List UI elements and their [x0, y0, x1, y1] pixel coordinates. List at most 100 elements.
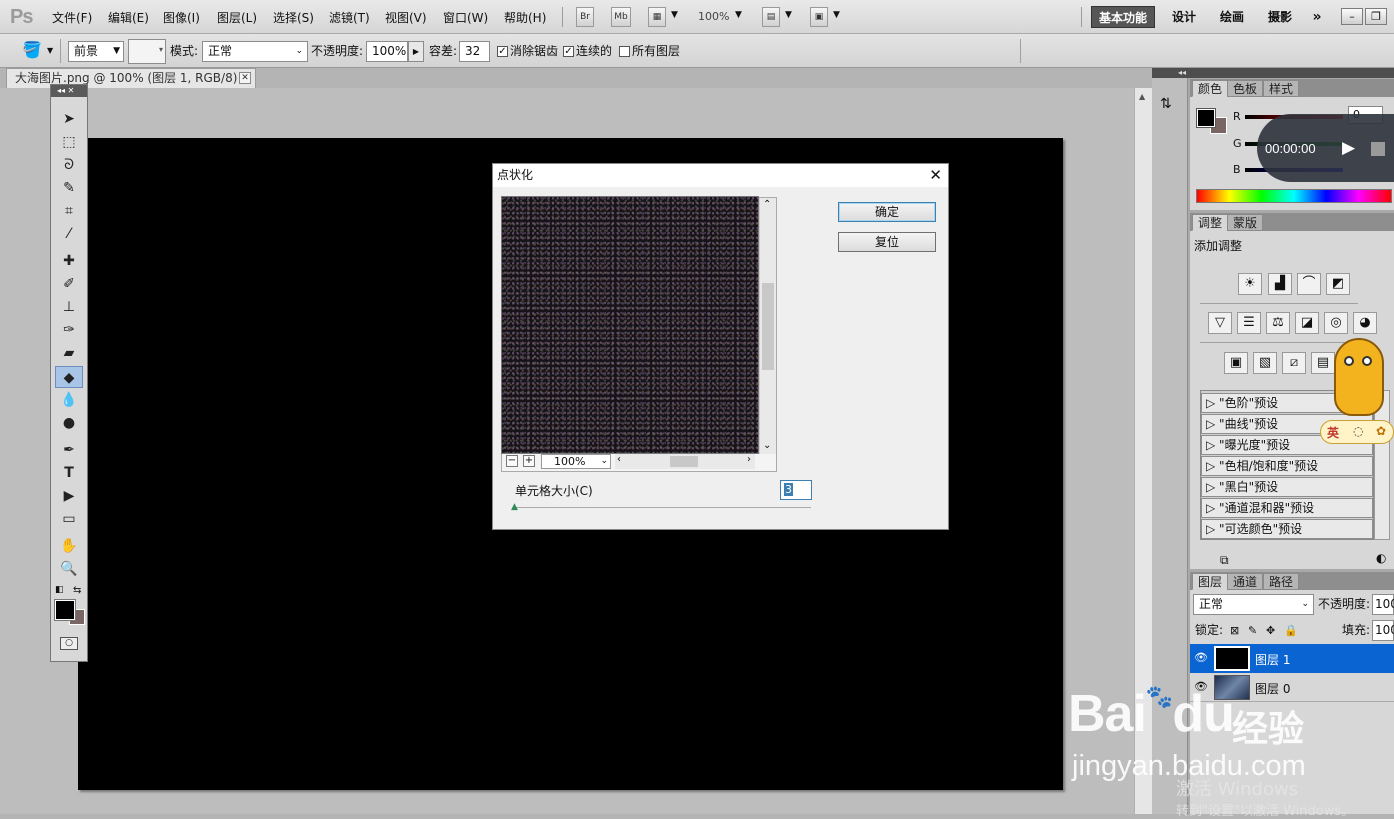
hand-tool-icon[interactable]: ✋: [55, 535, 83, 557]
close-icon[interactable]: ✕: [239, 72, 251, 84]
menu-view[interactable]: 视图(V): [385, 9, 427, 26]
lock-position-icon[interactable]: ✥: [1266, 624, 1275, 637]
workspace-essentials[interactable]: 基本功能: [1091, 6, 1155, 28]
menu-window[interactable]: 窗口(W): [443, 9, 488, 26]
shape-tool-icon[interactable]: ▭: [55, 508, 83, 530]
pattern-picker[interactable]: ▾: [128, 39, 166, 64]
play-icon[interactable]: ▶: [1342, 138, 1355, 158]
cell-size-slider-track[interactable]: [515, 507, 811, 508]
fill-source-select[interactable]: 前景 ▼: [68, 41, 124, 62]
scroll-up-icon[interactable]: ▲: [1139, 92, 1145, 101]
fill-input[interactable]: 100: [1372, 620, 1394, 641]
lock-transparency-icon[interactable]: ⊠: [1230, 624, 1239, 637]
visibility-icon[interactable]: ◐: [1376, 551, 1386, 565]
dodge-tool-icon[interactable]: ●: [55, 412, 83, 434]
cell-size-slider-thumb[interactable]: ▲: [511, 502, 518, 512]
vibrance-icon[interactable]: ▽: [1208, 312, 1232, 334]
document-tab[interactable]: 大海图片.png @ 100% (图层 1, RGB/8) * ✕: [6, 68, 256, 88]
close-icon[interactable]: ✕: [929, 166, 942, 184]
scroll-right-icon[interactable]: ›: [747, 454, 751, 465]
crop-tool-icon[interactable]: ⌗: [55, 200, 83, 222]
tab-adjustments[interactable]: 调整: [1192, 214, 1229, 231]
type-tool-icon[interactable]: T: [55, 462, 83, 484]
preset-selective-color[interactable]: ▷ "可选颜色"预设: [1201, 519, 1373, 539]
chevron-down-icon[interactable]: ▼: [47, 46, 53, 55]
quick-mask-icon[interactable]: ○: [60, 637, 78, 650]
menu-layer[interactable]: 图层(L): [217, 9, 257, 26]
swap-colors-icon[interactable]: ⇆: [73, 585, 81, 596]
contiguous-checkbox[interactable]: ✓: [563, 46, 574, 57]
history-panel-icon[interactable]: ⇅: [1160, 96, 1172, 112]
chevron-down-icon[interactable]: ▼: [735, 10, 742, 20]
posterize-icon[interactable]: ▧: [1253, 352, 1277, 374]
brightness-icon[interactable]: ☀: [1238, 273, 1262, 295]
eyedropper-tool-icon[interactable]: ⁄: [55, 223, 83, 245]
tab-layers[interactable]: 图层: [1192, 573, 1229, 590]
hue-saturation-icon[interactable]: ☰: [1237, 312, 1261, 334]
menu-image[interactable]: 图像(I): [163, 9, 200, 26]
tab-paths[interactable]: 路径: [1263, 573, 1300, 590]
minimize-icon[interactable]: –: [1341, 8, 1363, 25]
healing-brush-tool-icon[interactable]: ✚: [55, 250, 83, 272]
bridge-button[interactable]: Br: [576, 7, 594, 27]
foreground-color-chip[interactable]: [1196, 108, 1216, 128]
brush-tool-icon[interactable]: ✐: [55, 273, 83, 295]
menu-file[interactable]: 文件(F): [52, 9, 92, 26]
dock-header[interactable]: ◂◂: [1152, 68, 1394, 78]
blend-mode-select[interactable]: 正常 ⌄: [202, 41, 308, 62]
exposure-icon[interactable]: ◩: [1326, 273, 1350, 295]
chevron-down-icon[interactable]: ▼: [671, 10, 678, 20]
ok-button[interactable]: 确定: [838, 202, 936, 222]
blur-tool-icon[interactable]: 💧: [55, 389, 83, 411]
lock-all-icon[interactable]: 🔒: [1284, 624, 1298, 637]
foreground-color-swatch[interactable]: [54, 599, 76, 621]
layer-row-selected[interactable]: 👁 图层 1: [1190, 644, 1394, 673]
stop-icon[interactable]: [1371, 142, 1385, 156]
paint-bucket-tool-icon[interactable]: ◆: [55, 366, 83, 388]
black-white-icon[interactable]: ◪: [1295, 312, 1319, 334]
zoom-out-button[interactable]: −: [506, 455, 518, 467]
workspace-design[interactable]: 设计: [1166, 6, 1202, 28]
invert-icon[interactable]: ▣: [1224, 352, 1248, 374]
preset-hue-saturation[interactable]: ▷ "色相/饱和度"预设: [1201, 456, 1373, 476]
zoom-level-menu[interactable]: 100%: [698, 10, 729, 23]
more-workspaces-icon[interactable]: »: [1306, 6, 1328, 28]
workspace-photography[interactable]: 摄影: [1262, 6, 1298, 28]
chevron-down-icon[interactable]: ▼: [785, 10, 792, 20]
pen-tool-icon[interactable]: ✒: [55, 439, 83, 461]
menu-filter[interactable]: 滤镜(T): [329, 9, 370, 26]
history-brush-tool-icon[interactable]: ✑: [55, 319, 83, 341]
preview-zoom-select[interactable]: 100% ⌄: [541, 454, 611, 469]
arrange-documents-button[interactable]: ▤: [762, 7, 780, 27]
color-balance-icon[interactable]: ⚖: [1266, 312, 1290, 334]
lasso-tool-icon[interactable]: ᘐ: [55, 154, 83, 176]
menu-help[interactable]: 帮助(H): [504, 9, 546, 26]
opacity-input[interactable]: 100%: [366, 41, 408, 62]
mini-bridge-button[interactable]: Mb: [611, 7, 631, 27]
opacity-slider-button[interactable]: ▶: [408, 41, 424, 62]
restore-icon[interactable]: ❐: [1365, 8, 1387, 25]
color-spectrum-bar[interactable]: [1196, 189, 1392, 203]
tab-color[interactable]: 颜色: [1192, 80, 1229, 97]
default-colors-icon[interactable]: ◧: [55, 585, 64, 595]
view-extras-button[interactable]: ▦: [648, 7, 666, 27]
menu-select[interactable]: 选择(S): [273, 9, 314, 26]
lock-pixels-icon[interactable]: ✎: [1248, 624, 1257, 637]
reset-button[interactable]: 复位: [838, 232, 936, 252]
scroll-left-icon[interactable]: ‹: [617, 454, 621, 465]
screen-mode-button[interactable]: ▣: [810, 7, 828, 27]
tab-swatches[interactable]: 色板: [1227, 80, 1264, 97]
scroll-thumb[interactable]: [762, 283, 774, 370]
scroll-up-icon[interactable]: ⌃: [763, 199, 771, 210]
workspace-painting[interactable]: 绘画: [1214, 6, 1250, 28]
marquee-tool-icon[interactable]: ⬚: [55, 131, 83, 153]
all-layers-checkbox[interactable]: [619, 46, 630, 57]
paint-bucket-icon[interactable]: 🪣: [22, 40, 42, 59]
tolerance-input[interactable]: 32: [459, 41, 490, 62]
cell-size-input[interactable]: 3: [780, 480, 812, 500]
tools-panel-header[interactable]: ◂◂ ✕: [51, 85, 87, 97]
clip-layer-icon[interactable]: ⧉: [1220, 553, 1229, 568]
levels-icon[interactable]: ▟: [1268, 273, 1292, 295]
preview-vertical-scrollbar[interactable]: ⌃ ⌄: [759, 198, 776, 454]
move-tool-icon[interactable]: ➤: [55, 108, 83, 130]
